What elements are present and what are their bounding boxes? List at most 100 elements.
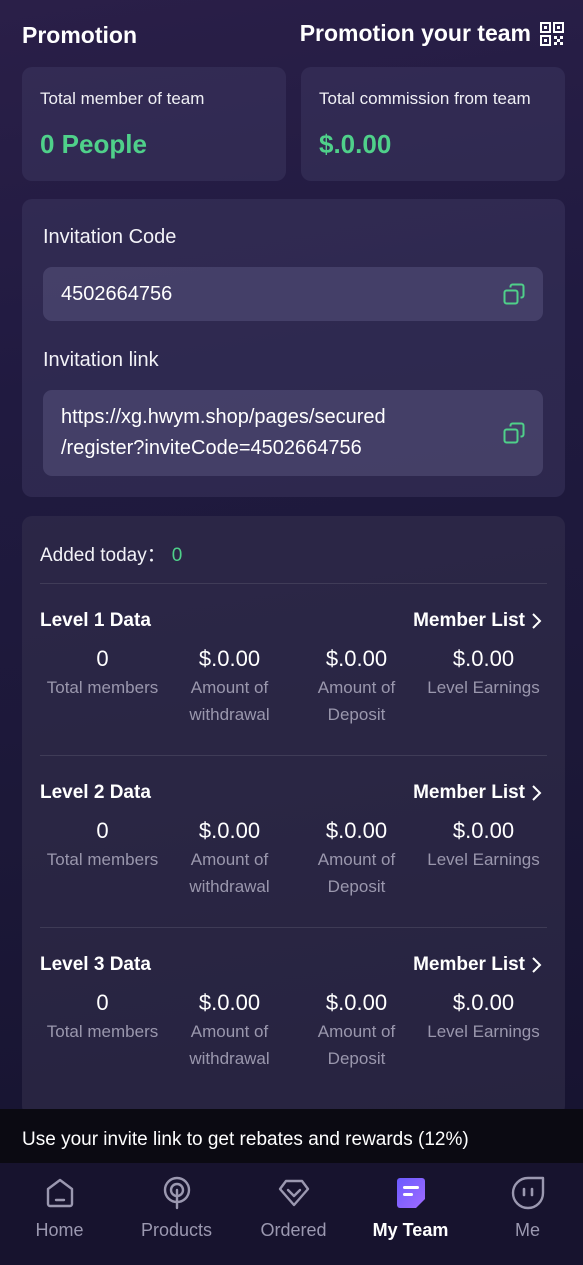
level-2-section: Level 2 Data Member List 0 Total members… bbox=[22, 782, 565, 932]
tab-my-team[interactable]: My Team bbox=[352, 1175, 469, 1241]
team-data-card: Added today： 0 Level 1 Data Member List 0… bbox=[22, 516, 565, 1116]
divider bbox=[40, 583, 547, 584]
stat-total-members: 0 Total members bbox=[39, 644, 166, 728]
ordered-icon bbox=[278, 1179, 309, 1207]
member-list-link[interactable]: Member List bbox=[413, 954, 543, 976]
stat-desc: withdrawal bbox=[189, 877, 270, 896]
tab-products[interactable]: Products bbox=[118, 1175, 235, 1241]
me-icon bbox=[511, 1176, 544, 1210]
tab-label: Me bbox=[514, 1220, 540, 1240]
stat-value: 0 bbox=[96, 990, 109, 1015]
stat-deposit: $.0.00 Amount of Deposit bbox=[293, 644, 420, 728]
stat-desc: Deposit bbox=[327, 1049, 386, 1068]
stat-desc: Total members bbox=[46, 678, 159, 697]
my-team-icon bbox=[396, 1178, 425, 1208]
rebate-banner-text: Use your invite link to get rebates and … bbox=[22, 1129, 469, 1150]
stat-desc: Amount of bbox=[190, 850, 269, 869]
level-title: Level 2 Data bbox=[40, 782, 151, 803]
chevron-right-icon bbox=[532, 957, 542, 973]
invitation-link-line2: /register?inviteCode=4502664756 bbox=[61, 437, 362, 459]
tab-home[interactable]: Home bbox=[1, 1175, 118, 1241]
stat-deposit: $.0.00 Amount of Deposit bbox=[293, 816, 420, 900]
promotion-your-team-label: Promotion your team bbox=[299, 20, 531, 46]
stat-value: $.0.00 bbox=[325, 990, 388, 1015]
total-commission-card: Total commission from team $.0.00 bbox=[301, 67, 565, 181]
member-list-link[interactable]: Member List bbox=[413, 782, 543, 804]
stat-value: $.0.00 bbox=[325, 646, 388, 671]
tab-me[interactable]: Me bbox=[469, 1175, 583, 1241]
stat-desc: withdrawal bbox=[189, 705, 270, 724]
stat-desc: Deposit bbox=[327, 877, 386, 896]
tab-label: Home bbox=[35, 1220, 84, 1240]
stat-desc: Amount of bbox=[317, 678, 396, 697]
level-title: Level 1 Data bbox=[40, 610, 151, 631]
added-today-label: Added today： bbox=[40, 545, 166, 566]
total-members-card: Total member of team 0 People bbox=[22, 67, 286, 181]
stat-value: $.0.00 bbox=[452, 646, 515, 671]
stat-desc: Level Earnings bbox=[427, 850, 540, 869]
level-title: Level 3 Data bbox=[40, 954, 151, 975]
stat-level-earnings: $.0.00 Level Earnings bbox=[420, 816, 547, 900]
stat-desc: Amount of bbox=[190, 1022, 269, 1041]
home-icon bbox=[46, 1178, 73, 1208]
divider bbox=[40, 927, 547, 928]
invitation-code-field: 4502664756 bbox=[43, 267, 543, 321]
invitation-code-value: 4502664756 bbox=[61, 283, 173, 305]
stat-withdrawal: $.0.00 Amount of withdrawal bbox=[166, 988, 293, 1072]
invitation-code-label: Invitation Code bbox=[43, 226, 177, 248]
level-3-section: Level 3 Data Member List 0 Total members… bbox=[22, 954, 565, 1104]
stat-value: $.0.00 bbox=[452, 818, 515, 843]
tab-label: Products bbox=[140, 1220, 213, 1240]
stat-value: 0 bbox=[96, 818, 109, 843]
member-list-label: Member List bbox=[413, 610, 525, 631]
tab-label: Ordered bbox=[260, 1220, 327, 1240]
products-icon bbox=[163, 1176, 190, 1210]
invitation-link-line1: https://xg.hwym.shop/pages/secured bbox=[61, 406, 386, 428]
rebate-banner: Use your invite link to get rebates and … bbox=[0, 1109, 583, 1164]
stat-value: $.0.00 bbox=[452, 990, 515, 1015]
added-today: Added today： 0 bbox=[40, 540, 182, 567]
stat-desc: Amount of bbox=[317, 850, 396, 869]
member-list-label: Member List bbox=[413, 954, 525, 975]
stat-desc: withdrawal bbox=[189, 1049, 270, 1068]
stat-total-members: 0 Total members bbox=[39, 816, 166, 900]
stat-desc: Total members bbox=[46, 1022, 159, 1041]
bottom-tab-bar: Home Products Ordered My Team Me bbox=[0, 1163, 583, 1265]
stat-value: $.0.00 bbox=[198, 646, 261, 671]
chevron-right-icon bbox=[532, 785, 542, 801]
tab-ordered[interactable]: Ordered bbox=[235, 1175, 352, 1241]
page-title: Promotion bbox=[22, 22, 137, 48]
total-commission-value: $.0.00 bbox=[319, 129, 392, 159]
stat-desc: Deposit bbox=[327, 705, 386, 724]
stat-level-earnings: $.0.00 Level Earnings bbox=[420, 644, 547, 728]
tab-label: My Team bbox=[372, 1220, 449, 1240]
invitation-link-label: Invitation link bbox=[43, 349, 159, 371]
divider bbox=[40, 755, 547, 756]
member-list-label: Member List bbox=[413, 782, 525, 803]
stat-value: $.0.00 bbox=[198, 990, 261, 1015]
stat-total-members: 0 Total members bbox=[39, 988, 166, 1072]
member-list-link[interactable]: Member List bbox=[413, 610, 543, 632]
stat-level-earnings: $.0.00 Level Earnings bbox=[420, 988, 547, 1072]
qr-code-icon bbox=[540, 21, 564, 46]
level-1-section: Level 1 Data Member List 0 Total members… bbox=[22, 610, 565, 760]
invitation-card: Invitation Code 4502664756 Invitation li… bbox=[22, 199, 565, 497]
stat-desc: Amount of bbox=[317, 1022, 396, 1041]
stat-value: $.0.00 bbox=[325, 818, 388, 843]
copy-icon[interactable] bbox=[503, 422, 525, 444]
copy-icon[interactable] bbox=[503, 283, 525, 305]
stat-withdrawal: $.0.00 Amount of withdrawal bbox=[166, 644, 293, 728]
stat-withdrawal: $.0.00 Amount of withdrawal bbox=[166, 816, 293, 900]
stat-value: $.0.00 bbox=[198, 818, 261, 843]
added-today-value: 0 bbox=[171, 545, 183, 566]
header: Promotion Promotion your team bbox=[0, 0, 583, 68]
total-commission-label: Total commission from team bbox=[319, 89, 531, 108]
stat-desc: Amount of bbox=[190, 678, 269, 697]
total-members-value: 0 People bbox=[40, 129, 147, 159]
chevron-right-icon bbox=[532, 613, 542, 629]
stat-desc: Level Earnings bbox=[427, 678, 540, 697]
stat-deposit: $.0.00 Amount of Deposit bbox=[293, 988, 420, 1072]
stat-value: 0 bbox=[96, 646, 109, 671]
invitation-link-field: https://xg.hwym.shop/pages/secured /regi… bbox=[43, 390, 543, 476]
promotion-your-team-button[interactable]: Promotion your team bbox=[300, 20, 565, 47]
